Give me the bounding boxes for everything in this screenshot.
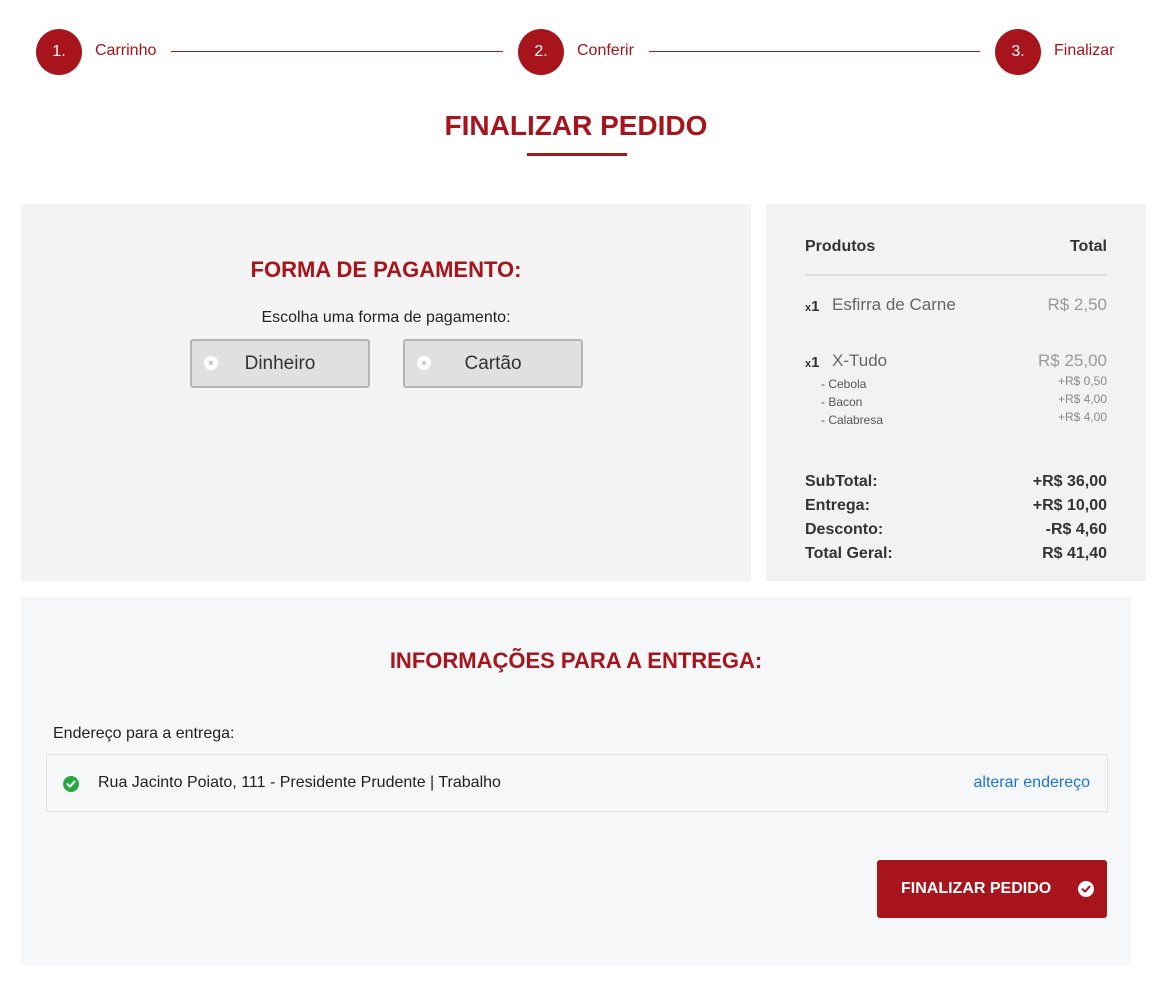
step-3-badge: 3. [995,29,1041,75]
grand-total-row: Total Geral: R$ 41,40 [805,545,1107,563]
payment-option-card[interactable]: Cartão [403,339,583,388]
item-addon-name: - Calabresa [821,413,884,427]
subtotal-row: SubTotal: +R$ 36,00 [805,473,1107,491]
total-label: Total Geral: [805,545,893,562]
step-2-number: 2. [534,43,548,60]
address-card: Rua Jacinto Poiato, 111 - Presidente Pru… [46,754,1108,812]
title-underline [527,153,627,156]
page-title: FINALIZAR PEDIDO [444,110,708,141]
total-value: R$ 41,40 [1042,545,1107,562]
delivery-address: Rua Jacinto Poiato, 111 - Presidente Pru… [98,774,501,791]
step-1-number: 1. [52,43,66,60]
finish-order-button[interactable]: FINALIZAR PEDIDO [877,860,1107,918]
step-connector [649,51,980,52]
step-2-badge: 2. [518,29,564,75]
quantity-value: 1 [811,354,820,371]
total-label: SubTotal: [805,473,878,490]
step-1-label: Carrinho [95,42,157,59]
payment-instructions: Escolha uma forma de pagamento: [261,309,511,326]
finish-order-label: FINALIZAR PEDIDO [901,880,1052,897]
total-value: +R$ 10,00 [1032,497,1107,514]
item-addon-name: - Bacon [821,395,863,409]
step-3-number: 3. [1011,43,1025,60]
summary-header: Produtos Total [805,238,1107,256]
item-quantity: x1 [805,298,819,315]
radio-icon[interactable] [417,356,431,370]
total-value: -R$ 4,60 [1045,521,1107,538]
discount-row: Desconto: -R$ 4,60 [805,521,1107,539]
step-3-label: Finalizar [1054,42,1115,59]
products-column-header: Produtos [805,238,876,255]
summary-divider [805,274,1107,276]
item-quantity: x1 [805,354,819,371]
payment-panel: FORMA DE PAGAMENTO: Escolha uma forma de… [21,204,751,581]
radio-icon[interactable] [204,356,218,370]
order-summary-panel: Produtos Total x1 Esfirra de Carne R$ 2,… [766,204,1146,581]
check-circle-icon [63,776,79,792]
item-addon-price: +R$ 4,00 [1057,392,1107,406]
total-value: +R$ 36,00 [1032,473,1107,490]
item-price: R$ 2,50 [1047,295,1107,314]
delivery-fee-row: Entrega: +R$ 10,00 [805,497,1107,515]
step-1-badge: 1. [36,29,82,75]
checkout-stepper: 1. Carrinho 2. Conferir 3. Finalizar [36,29,1121,75]
total-label: Entrega: [805,497,870,514]
item-addon-price: +R$ 4,00 [1057,410,1107,424]
address-label: Endereço para a entrega: [53,725,235,742]
payment-option-label: Cartão [464,352,522,374]
delivery-heading: INFORMAÇÕES PARA A ENTREGA: [389,648,763,673]
payment-heading: FORMA DE PAGAMENTO: [250,257,522,282]
quantity-value: 1 [811,298,820,315]
item-addon-price: +R$ 0,50 [1057,374,1107,388]
total-column-header: Total [1069,238,1107,255]
item-addon-name: - Cebola [821,377,867,391]
payment-option-cash[interactable]: Dinheiro [190,339,370,388]
change-address-link[interactable]: alterar endereço [973,774,1090,792]
delivery-panel: INFORMAÇÕES PARA A ENTREGA: Endereço par… [21,597,1131,966]
step-2-label: Conferir [577,42,634,59]
step-connector [171,51,503,52]
payment-option-label: Dinheiro [244,352,316,374]
item-price: R$ 25,00 [1038,351,1107,370]
item-name: X-Tudo [832,351,888,370]
check-circle-icon [1078,881,1094,897]
item-name: Esfirra de Carne [832,295,956,314]
total-label: Desconto: [805,521,884,538]
